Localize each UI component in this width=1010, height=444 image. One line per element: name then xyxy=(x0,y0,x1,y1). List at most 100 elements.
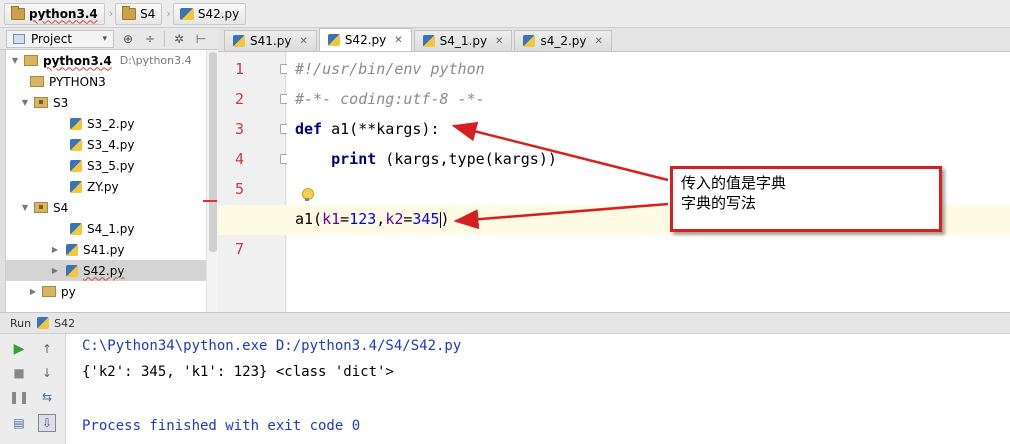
run-toolbar: ▶ ↑ ■ ↓ ❚❚ ⇆ ▤ ⇩ xyxy=(0,334,66,444)
tab-label: S4_1.py xyxy=(439,34,488,48)
code-line-4[interactable]: print (kargs,type(kargs)) xyxy=(295,150,557,168)
code-comment: #-*- coding:utf-8 -*- xyxy=(295,90,485,108)
close-icon[interactable]: ✕ xyxy=(595,36,603,47)
line-number: 5 xyxy=(234,180,244,198)
tree-item-path: D:\python3.4 xyxy=(119,54,192,67)
python-file-icon xyxy=(179,7,194,20)
scroll-to-end-icon[interactable]: ⇩ xyxy=(38,414,56,432)
project-icon xyxy=(13,33,25,44)
tree-item-python3[interactable]: PYTHON3 xyxy=(6,71,218,92)
expand-arrow-icon[interactable]: ▼ xyxy=(20,98,30,107)
collapse-all-icon[interactable]: ÷ xyxy=(142,31,158,47)
breadcrumb-label: S42.py xyxy=(197,6,240,21)
console-line: {'k2': 345, 'k1': 123} <class 'dict'> xyxy=(82,364,394,380)
tree-item-s41[interactable]: ▶ S41.py xyxy=(6,239,218,260)
tree-item-s4[interactable]: ▼ S4 xyxy=(6,197,218,218)
code-param: k2 xyxy=(385,210,404,228)
line-number: 1 xyxy=(234,60,244,78)
code-text: a1( xyxy=(295,210,323,228)
line-number: 2 xyxy=(234,90,244,108)
python-file-icon xyxy=(327,34,340,46)
code-param: k1 xyxy=(322,210,341,228)
tree-item-s4-1[interactable]: S4_1.py xyxy=(6,218,218,239)
close-icon[interactable]: ✕ xyxy=(299,36,307,47)
run-label: Run xyxy=(10,316,32,330)
folder-icon xyxy=(11,5,25,20)
stop-icon[interactable]: ■ xyxy=(10,364,28,382)
collapse-arrow-icon[interactable]: ▶ xyxy=(50,245,60,254)
run-config-name[interactable]: S42 xyxy=(54,317,75,330)
code-text: ) xyxy=(440,210,450,228)
chevron-down-icon: ▾ xyxy=(102,33,107,44)
tree-item-s3-4[interactable]: S3_4.py xyxy=(6,134,218,155)
breadcrumb-project[interactable]: python3.4 xyxy=(4,2,105,25)
code-line-3[interactable]: def a1(**kargs): xyxy=(295,120,440,138)
tree-item-label: py xyxy=(61,284,76,299)
python-file-icon xyxy=(70,117,82,130)
close-icon[interactable]: ✕ xyxy=(495,36,503,47)
collapse-arrow-icon[interactable]: ▶ xyxy=(28,287,38,296)
arrow-down-icon[interactable]: ↓ xyxy=(38,364,56,382)
tree-item-label: python3.4 xyxy=(43,53,112,68)
arrow-up-icon[interactable]: ↑ xyxy=(38,340,56,358)
scrollbar-thumb[interactable] xyxy=(209,52,217,252)
navigation-bar: python3.4 › S4 › S42.py xyxy=(0,0,1010,28)
collapse-arrow-icon[interactable]: ▶ xyxy=(50,266,60,275)
project-panel-header: Project ▾ ⊕ ÷ ✲ ⊢ xyxy=(0,28,218,50)
code-line-2[interactable]: #-*- coding:utf-8 -*- xyxy=(295,90,485,108)
rerun-play-icon[interactable]: ▶ xyxy=(10,340,28,358)
project-view-selector[interactable]: Project ▾ xyxy=(6,29,114,48)
editor-gutter[interactable]: 1 2 3 4 5 6 7 xyxy=(218,52,290,312)
soft-wrap-icon[interactable]: ⇆ xyxy=(38,388,56,406)
expand-arrow-icon[interactable]: ▼ xyxy=(10,56,20,65)
expand-arrow-icon[interactable]: ▼ xyxy=(20,203,30,212)
target-icon[interactable]: ⊕ xyxy=(120,31,136,47)
annotation-line: 传入的值是字典 xyxy=(681,174,787,192)
console-line: C:\Python34\python.exe D:/python3.4/S4/S… xyxy=(82,338,462,354)
gear-icon[interactable]: ✲ xyxy=(171,31,187,47)
tab-s42[interactable]: S42.py ✕ xyxy=(318,28,412,51)
tree-item-zy[interactable]: ZY.py xyxy=(6,176,218,197)
code-number: 345 xyxy=(412,210,440,228)
chevron-right-icon: › xyxy=(108,7,114,20)
folder-icon xyxy=(122,5,137,20)
tree-item-s42[interactable]: ▶ S42.py xyxy=(6,260,218,281)
breadcrumb-s4[interactable]: S4 xyxy=(115,2,163,25)
tab-label: S42.py xyxy=(344,33,387,47)
tree-item-label: ZY.py xyxy=(87,179,119,194)
breadcrumb-file[interactable]: S42.py xyxy=(172,2,247,25)
python-file-icon xyxy=(422,35,435,47)
code-text: a1(**kargs): xyxy=(322,120,440,138)
close-icon[interactable]: ✕ xyxy=(394,35,402,46)
tree-item-s3-2[interactable]: S3_2.py xyxy=(6,113,218,134)
layout-icon[interactable]: ▤ xyxy=(10,414,28,432)
folder-icon xyxy=(30,76,44,87)
tab-s4-1[interactable]: S4_1.py ✕ xyxy=(413,30,513,51)
code-line-6[interactable]: a1(k1=123,k2=345) xyxy=(295,210,450,228)
tree-item-s3-5[interactable]: S3_5.py xyxy=(6,155,218,176)
hide-panel-icon[interactable]: ⊢ xyxy=(193,31,209,47)
run-panel-header: Run S42 xyxy=(0,312,1010,334)
python-file-icon xyxy=(70,222,82,235)
tree-scrollbar[interactable] xyxy=(206,50,218,312)
console-output[interactable]: C:\Python34\python.exe D:/python3.4/S4/S… xyxy=(66,334,1010,444)
tree-item-py[interactable]: ▶ py xyxy=(6,281,218,302)
annotation-callout: 传入的值是字典 字典的写法 xyxy=(670,166,942,232)
annotation-line: 字典的写法 xyxy=(681,194,757,212)
lightbulb-icon[interactable] xyxy=(301,188,314,202)
package-folder-icon xyxy=(34,97,48,108)
code-text: (kargs,type(kargs)) xyxy=(376,150,557,168)
tree-item-s3[interactable]: ▼ S3 xyxy=(6,92,218,113)
tree-item-python3-4[interactable]: ▼ python3.4 D:\python3.4 xyxy=(6,50,218,71)
chevron-right-icon: › xyxy=(166,7,171,20)
python-file-icon xyxy=(523,35,536,47)
tree-item-label: S3_2.py xyxy=(87,116,135,131)
project-tree: ▼ python3.4 D:\python3.4 PYTHON3 ▼ S3 S3… xyxy=(6,50,218,312)
tab-s41[interactable]: S41.py ✕ xyxy=(224,30,317,51)
pause-icon[interactable]: ❚❚ xyxy=(9,388,29,406)
code-line-1[interactable]: #!/usr/bin/env python xyxy=(295,60,485,78)
tree-item-label: S42.py xyxy=(83,263,125,278)
breadcrumb-label: python3.4 xyxy=(29,6,98,21)
tab-s4-2[interactable]: s4_2.py ✕ xyxy=(514,30,612,51)
